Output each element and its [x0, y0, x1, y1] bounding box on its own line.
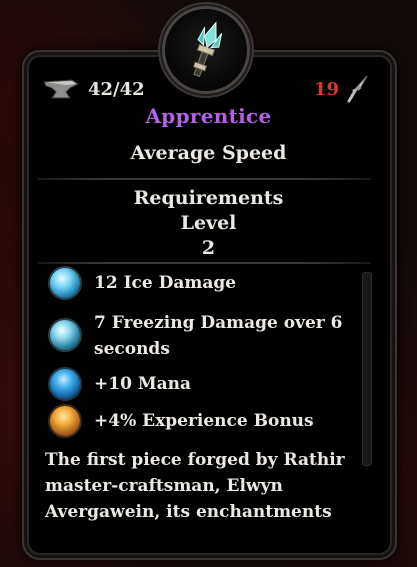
item-rarity: Apprentice [145, 104, 272, 128]
experience-orb-icon [50, 406, 80, 436]
dagger-icon [347, 75, 368, 103]
item-medallion [162, 6, 250, 94]
requirements-title: Requirements [133, 187, 284, 209]
freeze-orb-icon [50, 320, 80, 350]
divider [38, 178, 371, 180]
stat-row: 12 Ice Damage [50, 268, 360, 298]
stat-text: 7 Freezing Damage over 6 seconds [94, 313, 343, 359]
anvil-icon [43, 79, 79, 99]
stats-list: 12 Ice Damage 7 Freezing Damage over 6 s… [50, 264, 360, 436]
price-value: 19 [313, 78, 339, 100]
stat-row: +4% Experience Bonus [50, 406, 360, 436]
durability-value: 42/42 [88, 78, 145, 100]
requirements-value: 2 [201, 237, 216, 259]
scrollbar[interactable] [362, 272, 372, 466]
item-description: The first piece forged by Rathir master-… [45, 450, 345, 522]
item-speed: Average Speed [130, 142, 287, 164]
price-display: 19 [314, 75, 371, 103]
stat-row: 7 Freezing Damage over 6 seconds [50, 310, 360, 362]
stat-text: +4% Experience Bonus [94, 411, 314, 431]
stat-text: +10 Mana [94, 374, 192, 394]
stat-text: 12 Ice Damage [94, 273, 237, 293]
requirements-type: Level [180, 212, 237, 234]
ice-orb-icon [50, 268, 80, 298]
scepter-icon [192, 21, 223, 78]
mana-orb-icon [50, 369, 80, 399]
durability-display: 42/42 [42, 75, 145, 103]
stat-row: +10 Mana [50, 369, 360, 399]
